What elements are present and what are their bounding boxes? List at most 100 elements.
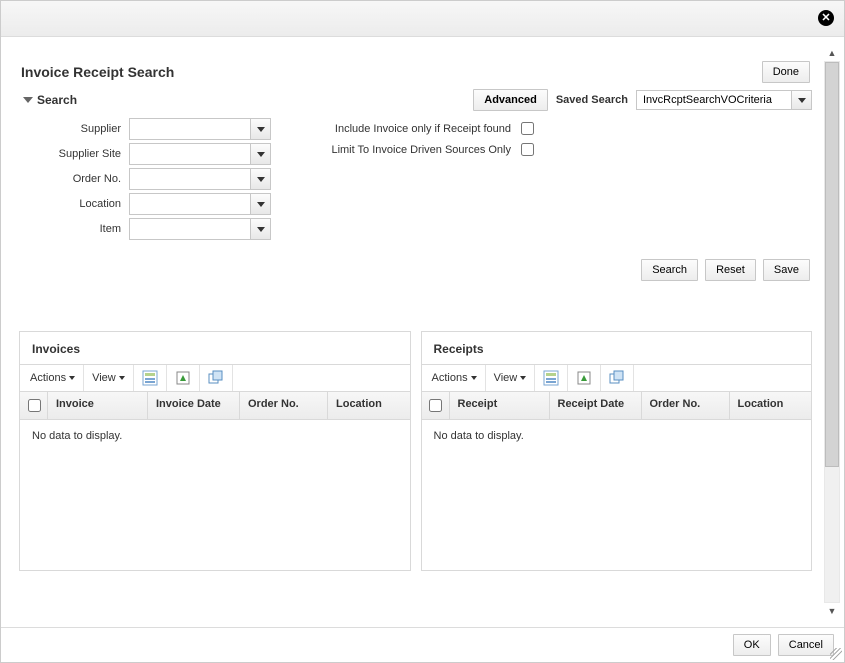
- receipts-title: Receipts: [422, 332, 812, 360]
- chevron-down-icon: [119, 376, 125, 380]
- invoices-toolbar: Actions View: [20, 364, 410, 392]
- disclosure-triangle-icon: [23, 97, 33, 103]
- receipts-col-1[interactable]: Receipt Date: [550, 392, 642, 419]
- supplier-input[interactable]: [130, 119, 250, 139]
- save-button[interactable]: Save: [763, 259, 810, 281]
- include-if-receipt-checkbox[interactable]: [521, 122, 534, 135]
- limit-driven-checkbox[interactable]: [521, 143, 534, 156]
- receipts-col-3[interactable]: Location: [730, 392, 812, 419]
- invoices-select-all-checkbox[interactable]: [28, 399, 41, 412]
- actions-label: Actions: [30, 372, 66, 384]
- resize-grip-icon[interactable]: [830, 648, 842, 660]
- location-input[interactable]: [130, 194, 250, 214]
- invoices-col-3[interactable]: Location: [328, 392, 410, 419]
- search-button[interactable]: Search: [641, 259, 698, 281]
- order-no-label: Order No.: [19, 173, 129, 185]
- scroll-track[interactable]: [824, 61, 840, 603]
- location-lov-button[interactable]: [250, 194, 270, 214]
- supplier-lov-button[interactable]: [250, 119, 270, 139]
- invoices-actions-menu[interactable]: Actions: [20, 365, 84, 391]
- receipts-select-all-checkbox[interactable]: [429, 399, 442, 412]
- scroll-down-icon[interactable]: ▼: [824, 603, 840, 619]
- chevron-down-icon: [471, 376, 477, 380]
- order-no-lov-button[interactable]: [250, 169, 270, 189]
- actions-label: Actions: [432, 372, 468, 384]
- reset-button[interactable]: Reset: [705, 259, 756, 281]
- saved-search-dropdown-button[interactable]: [791, 91, 811, 109]
- scroll-thumb[interactable]: [825, 62, 839, 467]
- invoices-header-row: Invoice Invoice Date Order No. Location: [20, 392, 410, 420]
- include-if-receipt-label: Include Invoice only if Receipt found: [311, 123, 511, 135]
- supplier-site-label: Supplier Site: [19, 148, 129, 160]
- invoices-col-2[interactable]: Order No.: [240, 392, 328, 419]
- supplier-site-input[interactable]: [130, 144, 250, 164]
- chevron-down-icon: [257, 152, 265, 157]
- cancel-button[interactable]: Cancel: [778, 634, 834, 656]
- supplier-label: Supplier: [19, 123, 129, 135]
- invoices-detach-icon[interactable]: [200, 365, 233, 391]
- item-label: Item: [19, 223, 129, 235]
- dialog-titlebar: ✕: [1, 1, 844, 37]
- invoices-panel: Invoices Actions View: [19, 331, 411, 571]
- vertical-scrollbar[interactable]: ▲ ▼: [824, 45, 840, 619]
- receipts-export-icon[interactable]: [568, 365, 601, 391]
- item-lov-button[interactable]: [250, 219, 270, 239]
- search-heading: Search: [37, 93, 77, 107]
- supplier-site-lov-button[interactable]: [250, 144, 270, 164]
- saved-search-input[interactable]: [637, 91, 791, 109]
- location-lov[interactable]: [129, 193, 271, 215]
- limit-driven-label: Limit To Invoice Driven Sources Only: [311, 144, 511, 156]
- invoices-col-0[interactable]: Invoice: [48, 392, 148, 419]
- chevron-down-icon: [69, 376, 75, 380]
- chevron-down-icon: [257, 127, 265, 132]
- ok-button[interactable]: OK: [733, 634, 771, 656]
- item-lov[interactable]: [129, 218, 271, 240]
- query-by-example-icon: [543, 370, 559, 386]
- supplier-lov[interactable]: [129, 118, 271, 140]
- chevron-down-icon: [257, 177, 265, 182]
- item-input[interactable]: [130, 219, 250, 239]
- invoices-view-menu[interactable]: View: [84, 365, 134, 391]
- saved-search-combo[interactable]: [636, 90, 812, 110]
- invoices-title: Invoices: [20, 332, 410, 360]
- chevron-down-icon: [257, 227, 265, 232]
- order-no-lov[interactable]: [129, 168, 271, 190]
- saved-search-label: Saved Search: [556, 94, 628, 106]
- invoices-export-icon[interactable]: [167, 365, 200, 391]
- advanced-button[interactable]: Advanced: [473, 89, 548, 111]
- done-button[interactable]: Done: [762, 61, 810, 83]
- receipts-header-row: Receipt Receipt Date Order No. Location: [422, 392, 812, 420]
- receipts-no-data: No data to display.: [422, 420, 812, 452]
- view-label: View: [92, 372, 116, 384]
- receipts-view-menu[interactable]: View: [486, 365, 536, 391]
- receipts-panel: Receipts Actions View: [421, 331, 813, 571]
- supplier-site-lov[interactable]: [129, 143, 271, 165]
- order-no-input[interactable]: [130, 169, 250, 189]
- search-disclosure[interactable]: Search: [19, 93, 77, 107]
- receipts-toolbar: Actions View: [422, 364, 812, 392]
- receipts-select-all[interactable]: [422, 392, 450, 419]
- detach-icon: [609, 370, 625, 386]
- receipts-actions-menu[interactable]: Actions: [422, 365, 486, 391]
- receipts-query-icon[interactable]: [535, 365, 568, 391]
- chevron-down-icon: [798, 98, 806, 103]
- export-icon: [175, 370, 191, 386]
- dialog-footer: OK Cancel: [1, 627, 844, 662]
- chevron-down-icon: [520, 376, 526, 380]
- invoices-select-all[interactable]: [20, 392, 48, 419]
- toolbar-spacer: [233, 365, 410, 391]
- location-label: Location: [19, 198, 129, 210]
- detach-icon: [208, 370, 224, 386]
- scroll-up-icon[interactable]: ▲: [824, 45, 840, 61]
- toolbar-spacer: [634, 365, 811, 391]
- invoices-no-data: No data to display.: [20, 420, 410, 452]
- dialog-body: Invoice Receipt Search Done Search Advan…: [1, 37, 844, 627]
- view-label: View: [494, 372, 518, 384]
- receipts-detach-icon[interactable]: [601, 365, 634, 391]
- receipts-col-0[interactable]: Receipt: [450, 392, 550, 419]
- close-icon[interactable]: ✕: [818, 10, 834, 26]
- receipts-col-2[interactable]: Order No.: [642, 392, 730, 419]
- invoices-col-1[interactable]: Invoice Date: [148, 392, 240, 419]
- invoices-query-icon[interactable]: [134, 365, 167, 391]
- chevron-down-icon: [257, 202, 265, 207]
